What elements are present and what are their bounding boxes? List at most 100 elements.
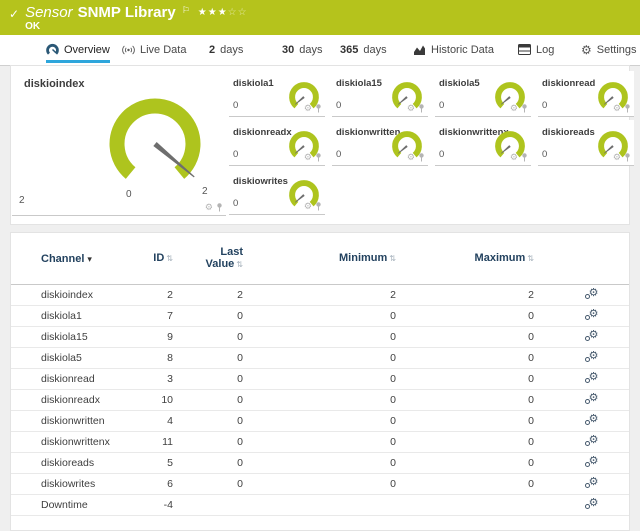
channel-settings-icon[interactable]: ⚙ xyxy=(585,392,599,405)
gauge-tile[interactable]: diskionreadx 0 ⚙ xyxy=(229,120,325,166)
cell-minimum: 0 xyxy=(243,331,398,343)
channel-settings-icon[interactable]: ⚙ xyxy=(585,308,599,321)
col-header-channel[interactable]: Channel▾ xyxy=(11,253,141,265)
mini-pin-icon[interactable] xyxy=(418,153,425,162)
channel-settings-icon[interactable]: ⚙ xyxy=(585,497,599,510)
table-row[interactable]: diskionwritten 4 0 0 0 ⚙ xyxy=(11,411,629,432)
mini-pin-icon[interactable] xyxy=(315,104,322,113)
mini-pin-icon[interactable] xyxy=(624,153,631,162)
mini-gear-icon[interactable]: ⚙ xyxy=(304,104,312,113)
mini-gear-icon[interactable]: ⚙ xyxy=(407,153,415,162)
table-row[interactable]: Downtime -4 ⚙ xyxy=(11,495,629,516)
gauge-tile[interactable]: diskiola1 0 ⚙ xyxy=(229,71,325,117)
live-data-icon xyxy=(122,44,135,56)
tab-live-data[interactable]: Live Data xyxy=(122,35,186,64)
sort-icon: ⇅ xyxy=(166,254,173,263)
mini-gear-icon[interactable]: ⚙ xyxy=(510,153,518,162)
table-row[interactable]: diskionwrittenx 11 0 0 0 ⚙ xyxy=(11,432,629,453)
cell-minimum: 0 xyxy=(243,373,398,385)
table-row[interactable]: diskionreadx 10 0 0 0 ⚙ xyxy=(11,390,629,411)
table-row[interactable]: diskiola5 8 0 0 0 ⚙ xyxy=(11,348,629,369)
col-header-minimum[interactable]: Minimum⇅ xyxy=(243,252,398,265)
tab-log[interactable]: Log xyxy=(518,35,554,64)
gauge-tile[interactable]: diskioreads 0 ⚙ xyxy=(538,120,634,166)
mini-gear-icon[interactable]: ⚙ xyxy=(205,203,213,212)
tab-overview[interactable]: Overview xyxy=(46,35,110,64)
cell-last-value: 2 xyxy=(173,289,243,301)
ok-check-icon: ✓ xyxy=(9,7,19,21)
cell-last-value: 0 xyxy=(173,457,243,469)
cell-last-value: 0 xyxy=(173,373,243,385)
channel-settings-icon[interactable]: ⚙ xyxy=(585,476,599,489)
mini-gear-icon[interactable]: ⚙ xyxy=(510,104,518,113)
gauge-title: diskionreadx xyxy=(233,127,292,138)
channel-settings-icon[interactable]: ⚙ xyxy=(585,413,599,426)
cell-channel: diskionwrittenx xyxy=(11,436,141,448)
cell-minimum: 0 xyxy=(243,352,398,364)
mini-pin-icon[interactable] xyxy=(624,104,631,113)
table-row[interactable]: diskiola15 9 0 0 0 ⚙ xyxy=(11,327,629,348)
cell-channel: diskiola15 xyxy=(11,331,141,343)
cell-id: 8 xyxy=(141,352,173,364)
star-empty-icons[interactable]: ☆☆ xyxy=(228,7,248,18)
mini-gear-icon[interactable]: ⚙ xyxy=(304,153,312,162)
mini-gear-icon[interactable]: ⚙ xyxy=(407,104,415,113)
tab-settings[interactable]: ⚙ Settings xyxy=(581,35,637,64)
gauge-tile[interactable]: diskionwritten 0 ⚙ xyxy=(332,120,428,166)
status-badge: OK xyxy=(25,21,248,32)
mini-pin-icon[interactable] xyxy=(418,104,425,113)
table-row[interactable]: diskiola1 7 0 0 0 ⚙ xyxy=(11,306,629,327)
sort-desc-icon: ▾ xyxy=(87,254,92,264)
cell-last-value: 0 xyxy=(173,415,243,427)
tab-number: 2 xyxy=(209,44,215,56)
tab-30-days[interactable]: 30 days xyxy=(282,35,323,64)
col-header-maximum[interactable]: Maximum⇅ xyxy=(398,252,536,265)
channel-settings-icon[interactable]: ⚙ xyxy=(585,329,599,342)
cell-maximum: 0 xyxy=(398,415,536,427)
prtg-sensor-page: ✓ Sensor SNMP Library ⚐ ★★★☆☆ OK Overvie… xyxy=(0,0,640,529)
gauge-title: diskiola15 xyxy=(336,78,382,89)
cell-maximum: 0 xyxy=(398,310,536,322)
channel-settings-icon[interactable]: ⚙ xyxy=(585,350,599,363)
gauge-tile[interactable]: diskiowrites 0 ⚙ xyxy=(229,169,325,215)
table-row[interactable]: diskiowrites 6 0 0 0 ⚙ xyxy=(11,474,629,495)
channel-settings-icon[interactable]: ⚙ xyxy=(585,455,599,468)
tab-historic-data[interactable]: Historic Data xyxy=(413,35,494,64)
mini-gear-icon[interactable]: ⚙ xyxy=(613,104,621,113)
mini-pin-icon[interactable] xyxy=(521,153,528,162)
mini-gear-icon[interactable]: ⚙ xyxy=(304,202,312,211)
star-filled-icons[interactable]: ★★★ xyxy=(198,7,228,18)
mini-pin-icon[interactable] xyxy=(315,202,322,211)
tab-bar: Overview Live Data 2 days 30 days xyxy=(0,35,640,66)
cell-maximum: 0 xyxy=(398,352,536,364)
cell-last-value: 0 xyxy=(173,331,243,343)
mini-gear-icon[interactable]: ⚙ xyxy=(613,153,621,162)
gauge-tile[interactable]: diskiola15 0 ⚙ xyxy=(332,71,428,117)
gauge-value: 2 xyxy=(19,195,25,206)
col-header-id[interactable]: ID⇅ xyxy=(141,252,173,265)
channel-settings-icon[interactable]: ⚙ xyxy=(585,434,599,447)
tab-365-days[interactable]: 365 days xyxy=(340,35,387,64)
gauge-value: 0 xyxy=(439,100,444,111)
channel-settings-icon[interactable]: ⚙ xyxy=(585,371,599,384)
channel-settings-icon[interactable]: ⚙ xyxy=(585,287,599,300)
cell-channel: diskionwritten xyxy=(11,415,141,427)
table-row[interactable]: diskionread 3 0 0 0 ⚙ xyxy=(11,369,629,390)
gauge-tile[interactable]: diskionread 0 ⚙ xyxy=(538,71,634,117)
cell-id: 2 xyxy=(141,289,173,301)
tab-2-days[interactable]: 2 days xyxy=(209,35,243,64)
mini-pin-icon[interactable] xyxy=(315,153,322,162)
gauge-tile[interactable]: diskionwrittenx 0 ⚙ xyxy=(435,120,531,166)
mini-pin-icon[interactable] xyxy=(216,203,223,212)
gauge-tile[interactable]: diskiola5 0 ⚙ xyxy=(435,71,531,117)
cell-channel: diskionread xyxy=(11,373,141,385)
col-header-last-value[interactable]: LastValue⇅ xyxy=(173,246,243,271)
gauge-tile-main[interactable]: diskioindex 0 2 2 ⚙ xyxy=(12,71,226,216)
table-row[interactable]: diskioreads 5 0 0 0 ⚙ xyxy=(11,453,629,474)
mini-pin-icon[interactable] xyxy=(521,104,528,113)
flag-icon[interactable]: ⚐ xyxy=(182,2,190,19)
gauge-title: diskiola5 xyxy=(439,78,480,89)
priority-stars[interactable]: ★★★☆☆ xyxy=(198,4,248,21)
table-row[interactable]: diskioindex 2 2 2 2 ⚙ xyxy=(11,285,629,306)
cell-channel: diskioreads xyxy=(11,457,141,469)
